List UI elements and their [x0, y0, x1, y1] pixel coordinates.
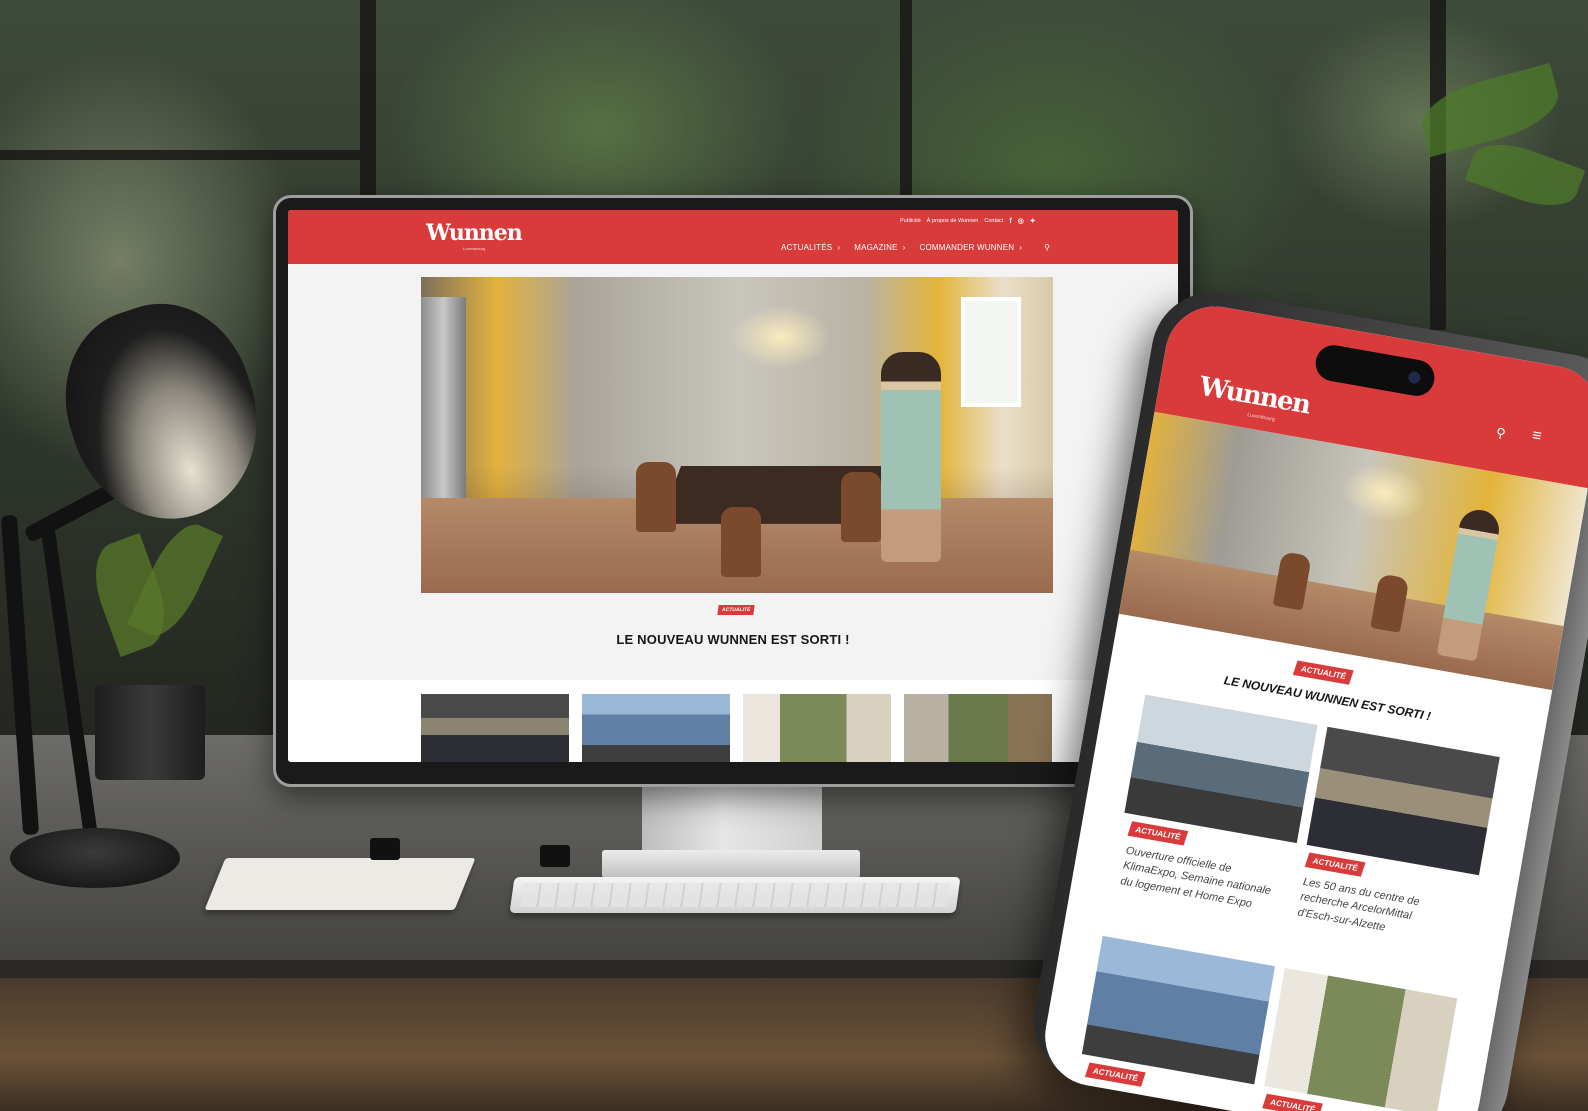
article-card-image[interactable]	[1081, 935, 1276, 1085]
window-frame	[0, 150, 360, 160]
hero-headline[interactable]: LE NOUVEAU WUNNEN EST SORTI !	[288, 632, 1178, 647]
nav-item-magazine[interactable]: MAGAZINE ›	[854, 243, 905, 252]
twitter-icon[interactable]: ✦	[1030, 217, 1036, 225]
desktop-monitor: Wunnen Luxembourg Publicité À propos de …	[273, 195, 1193, 787]
plant-pot	[95, 685, 205, 780]
hero-image-kitchen[interactable]	[421, 277, 1053, 593]
facebook-icon[interactable]: f	[1009, 218, 1011, 225]
hero-chair	[721, 507, 761, 577]
article-card-title[interactable]: Les 50 ans du centre de recherche Arcelo…	[1296, 875, 1452, 947]
search-icon[interactable]: ⚲	[1495, 425, 1507, 442]
chevron-right-icon: ›	[1019, 243, 1023, 252]
search-icon[interactable]: ⚲	[1044, 243, 1050, 252]
article-thumbnail[interactable]	[743, 694, 891, 762]
site-logo[interactable]: Wunnen	[426, 220, 523, 246]
category-badge[interactable]: ACTUALITÉ	[1262, 1093, 1324, 1111]
dynamic-island	[1312, 342, 1438, 399]
window-frame	[1430, 0, 1446, 330]
top-link-publicite[interactable]: Publicité	[900, 218, 921, 224]
category-badge[interactable]: ACTUALITÉ	[1304, 852, 1366, 877]
article-card-image[interactable]	[1124, 694, 1318, 844]
site-header: Wunnen Luxembourg Publicité À propos de …	[288, 210, 1178, 264]
monitor-stand	[642, 785, 822, 855]
category-badge[interactable]: ACTUALITÉ	[1084, 1062, 1147, 1087]
main-nav: ACTUALITÉS › MAGAZINE › COMMANDER WUNNEN › …	[781, 243, 1050, 252]
desktop-website: Wunnen Luxembourg Publicité À propos de …	[288, 210, 1178, 762]
hero-person	[881, 352, 941, 562]
category-badge[interactable]: ACTUALITÉ	[1127, 821, 1189, 846]
nav-item-actualites[interactable]: ACTUALITÉS ›	[781, 243, 840, 252]
window-frame	[900, 0, 912, 200]
nav-item-commander[interactable]: COMMANDER WUNNEN ›	[919, 243, 1022, 252]
chevron-right-icon: ›	[902, 243, 906, 252]
top-link-contact[interactable]: Contact	[984, 218, 1003, 224]
hero-chair	[636, 462, 676, 532]
instagram-icon[interactable]: ◎	[1018, 217, 1024, 225]
binder-clip	[540, 845, 570, 867]
hero-chair	[841, 472, 881, 542]
category-badge[interactable]: ACTUALITÉ	[1292, 660, 1355, 685]
hero-window	[961, 297, 1021, 407]
top-links: Publicité À propos de Wunnen Contact f ◎…	[900, 217, 1036, 226]
hamburger-menu-icon[interactable]: ≡	[1531, 427, 1543, 446]
keyboard	[509, 877, 961, 913]
chevron-right-icon: ›	[837, 243, 841, 252]
site-logo-subtitle: Luxembourg	[463, 246, 486, 251]
article-card-title[interactable]: Ouverture officielle de KlimaExpo, Semai…	[1119, 844, 1275, 916]
lamp-base	[10, 828, 180, 888]
notebook	[204, 858, 476, 910]
article-card-image[interactable]	[1306, 726, 1500, 876]
category-badge[interactable]: ACTUALITÉ	[717, 605, 756, 615]
article-card-image[interactable]	[1264, 967, 1458, 1111]
article-thumbnail[interactable]	[904, 694, 1052, 762]
monitor-stand-foot	[602, 850, 860, 878]
top-link-about[interactable]: À propos de Wunnen	[927, 218, 979, 224]
binder-clip	[370, 838, 400, 860]
article-thumbnail[interactable]	[582, 694, 730, 762]
article-thumbnail[interactable]	[421, 694, 569, 762]
